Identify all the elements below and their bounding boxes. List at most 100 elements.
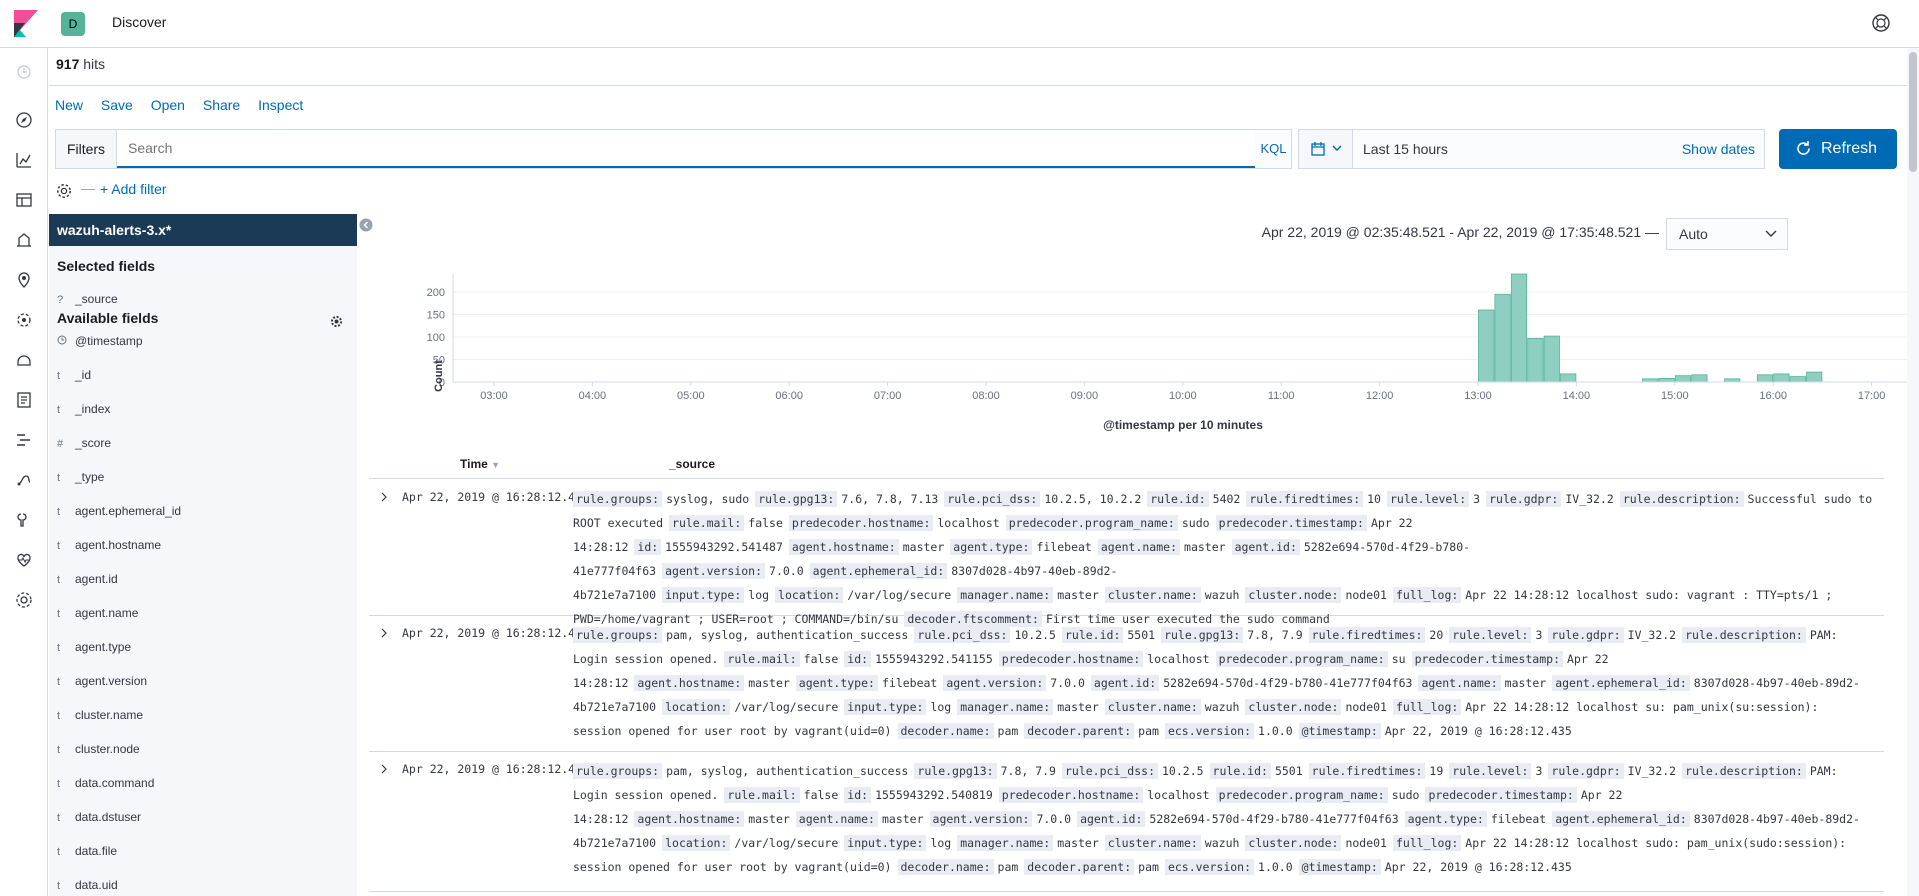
field-item[interactable]: t data.command <box>57 776 154 790</box>
source-field-value: 7.8, 7.9 <box>1247 628 1303 642</box>
filters-label: Filters <box>56 130 117 168</box>
date-range-label[interactable]: Last 15 hours <box>1363 130 1448 168</box>
new-button[interactable]: New <box>55 97 83 113</box>
filter-options-gear-icon[interactable] <box>55 182 73 200</box>
source-field-key: decoder.name: <box>897 723 994 739</box>
source-field-value: su <box>1391 652 1406 666</box>
scrollbar-thumb[interactable] <box>1909 52 1917 172</box>
doc-source: rule.groups: pam, syslog, authentication_… <box>573 759 1873 879</box>
source-field-key: agent.hostname: <box>788 539 899 555</box>
recently-viewed-clock-icon[interactable] <box>14 62 34 82</box>
refresh-button[interactable]: Refresh <box>1779 129 1897 169</box>
x-tick-label: 16:00 <box>1759 390 1787 402</box>
source-field-value: Apr 22, 2019 @ 16:28:12.435 <box>1384 724 1572 738</box>
source-field-key: cluster.node: <box>1245 699 1342 715</box>
dashboard-icon[interactable] <box>14 190 34 210</box>
source-field-value: log <box>748 588 770 602</box>
field-settings-gear-icon[interactable] <box>330 315 343 328</box>
source-field-key: agent.ephemeral_id: <box>1552 811 1690 827</box>
field-item[interactable]: t agent.name <box>57 606 138 620</box>
source-field-key: agent.hostname: <box>634 675 745 691</box>
field-item[interactable]: t data.uid <box>57 878 118 892</box>
field-item[interactable]: t data.file <box>57 844 117 858</box>
search-input[interactable] <box>117 130 1255 168</box>
save-button[interactable]: Save <box>101 97 133 113</box>
field-item[interactable]: t agent.type <box>57 640 131 654</box>
apm-icon[interactable] <box>14 430 34 450</box>
field-item[interactable]: t agent.ephemeral_id <box>57 504 181 518</box>
field-sidebar: wazuh-alerts-3.x* Selected fields ? _sour… <box>49 214 357 896</box>
field-item[interactable]: t data.dstuser <box>57 810 141 824</box>
canvas-icon[interactable] <box>14 230 34 250</box>
field-name: data.command <box>75 776 155 790</box>
field-name: agent.ephemeral_id <box>75 504 182 518</box>
source-field-key: agent.name: <box>795 811 878 827</box>
field-item[interactable]: t agent.id <box>57 572 118 586</box>
field-item[interactable]: t agent.hostname <box>57 538 161 552</box>
source-field-key: @timestamp: <box>1298 859 1381 875</box>
source-field-key: rule.mail: <box>724 651 800 667</box>
divider <box>49 85 1919 86</box>
filter-separator: — <box>81 180 95 196</box>
visualize-icon[interactable] <box>14 150 34 170</box>
field-item[interactable]: t cluster.node <box>57 742 140 756</box>
open-button[interactable]: Open <box>151 97 185 113</box>
field-item[interactable]: ? _source <box>57 292 118 306</box>
uptime-icon[interactable] <box>14 470 34 490</box>
help-icon[interactable] <box>1870 12 1892 34</box>
doc-source: rule.groups: pam, syslog, authentication_… <box>573 623 1873 743</box>
field-item[interactable]: t agent.version <box>57 674 147 688</box>
source-field-key: rule.mail: <box>669 515 745 531</box>
page-scrollbar[interactable] <box>1907 48 1919 896</box>
source-field-value: 10 <box>1367 492 1381 506</box>
field-item[interactable]: t _type <box>57 470 104 484</box>
inspect-button[interactable]: Inspect <box>258 97 303 113</box>
monitoring-icon[interactable] <box>14 550 34 570</box>
source-field-key: rule.firedtimes: <box>1246 491 1364 507</box>
space-avatar[interactable]: D <box>61 12 85 36</box>
index-pattern-selector[interactable]: wazuh-alerts-3.x* <box>49 214 357 246</box>
interval-select[interactable]: Auto <box>1666 218 1788 250</box>
hits-count: 917 hits <box>56 56 105 72</box>
machine-learning-icon[interactable] <box>14 310 34 330</box>
field-item[interactable]: # _score <box>57 436 111 450</box>
source-field-value: /var/log/secure <box>847 588 952 602</box>
source-field-value: master <box>881 812 924 826</box>
source-field-value: false <box>803 652 839 666</box>
logs-icon[interactable] <box>14 390 34 410</box>
show-dates-button[interactable]: Show dates <box>1682 130 1755 168</box>
source-field-value: 7.0.0 <box>769 564 804 578</box>
source-field-value: master <box>1504 676 1547 690</box>
add-filter-button[interactable]: + Add filter <box>100 181 167 197</box>
kibana-logo-icon[interactable] <box>12 10 38 38</box>
expand-row-chevron-icon[interactable] <box>379 628 389 638</box>
field-item[interactable]: @timestamp <box>57 334 143 348</box>
side-nav <box>0 48 48 896</box>
kql-toggle-button[interactable]: KQL <box>1255 130 1292 168</box>
infrastructure-icon[interactable] <box>14 350 34 370</box>
source-field-key: manager.name: <box>957 587 1054 603</box>
source-field-value: /var/log/secure <box>734 836 839 850</box>
field-name: @timestamp <box>75 334 143 348</box>
expand-row-chevron-icon[interactable] <box>379 764 389 774</box>
field-item[interactable]: t cluster.name <box>57 708 143 722</box>
management-gear-icon[interactable] <box>14 590 34 610</box>
maps-icon[interactable] <box>14 270 34 290</box>
field-name: _index <box>75 402 111 416</box>
source-field-value: sudo <box>1181 516 1210 530</box>
discover-compass-icon[interactable] <box>14 110 34 130</box>
field-item[interactable]: t _index <box>57 402 110 416</box>
sort-down-icon[interactable]: ▼ <box>491 460 500 470</box>
dev-tools-icon[interactable] <box>14 510 34 530</box>
time-column-header[interactable]: Time ▼ <box>460 457 500 471</box>
source-field-value: master <box>1057 836 1099 850</box>
doc-timestamp: Apr 22, 2019 @ 16:28:12.435 <box>402 626 589 640</box>
expand-row-chevron-icon[interactable] <box>379 492 389 502</box>
quick-select-button[interactable] <box>1299 130 1353 168</box>
source-field-value: node01 <box>1345 836 1387 850</box>
share-button[interactable]: Share <box>203 97 240 113</box>
field-type-string-icon: t <box>57 540 61 552</box>
source-field-value: 7.6, 7.8, 7.13 <box>841 492 939 506</box>
field-item[interactable]: t _id <box>57 368 91 382</box>
source-field-key: agent.id: <box>1231 539 1300 555</box>
